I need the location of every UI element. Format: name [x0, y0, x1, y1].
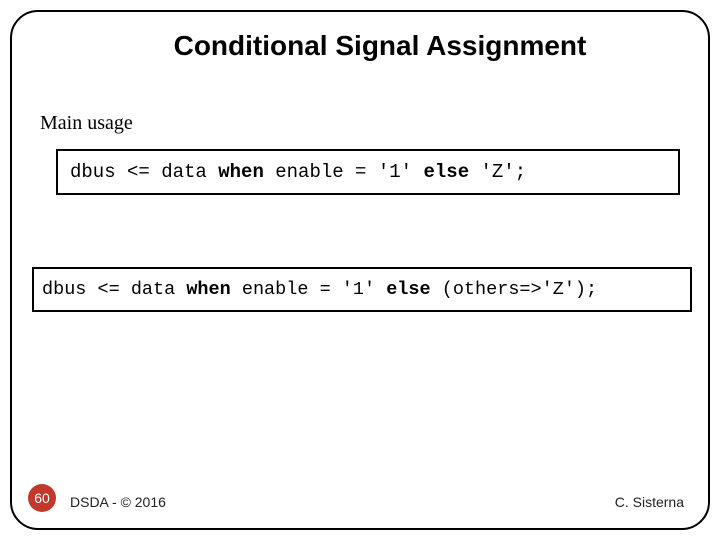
code-example-2: dbus <= data when enable = '1' else (oth… [32, 267, 692, 312]
footer-copyright: DSDA - © 2016 [70, 494, 166, 510]
keyword-else: else [386, 279, 430, 300]
code-text: enable = '1' [264, 161, 424, 183]
code-text: (others=>'Z'); [431, 279, 598, 300]
code-text: 'Z'; [469, 161, 526, 183]
code-text: dbus <= data [42, 279, 186, 300]
code-text: enable = '1' [231, 279, 386, 300]
slide-title: Conditional Signal Assignment [12, 12, 708, 62]
slide-frame: Conditional Signal Assignment Main usage… [10, 10, 710, 530]
slide-number-badge: 60 [28, 484, 56, 512]
keyword-when: when [186, 279, 230, 300]
code-text: dbus <= data [70, 161, 218, 183]
main-usage-heading: Main usage [12, 62, 708, 135]
footer-author: C. Sisterna [615, 494, 684, 510]
keyword-else: else [423, 161, 469, 183]
code-example-1: dbus <= data when enable = '1' else 'Z'; [56, 149, 680, 195]
keyword-when: when [218, 161, 264, 183]
